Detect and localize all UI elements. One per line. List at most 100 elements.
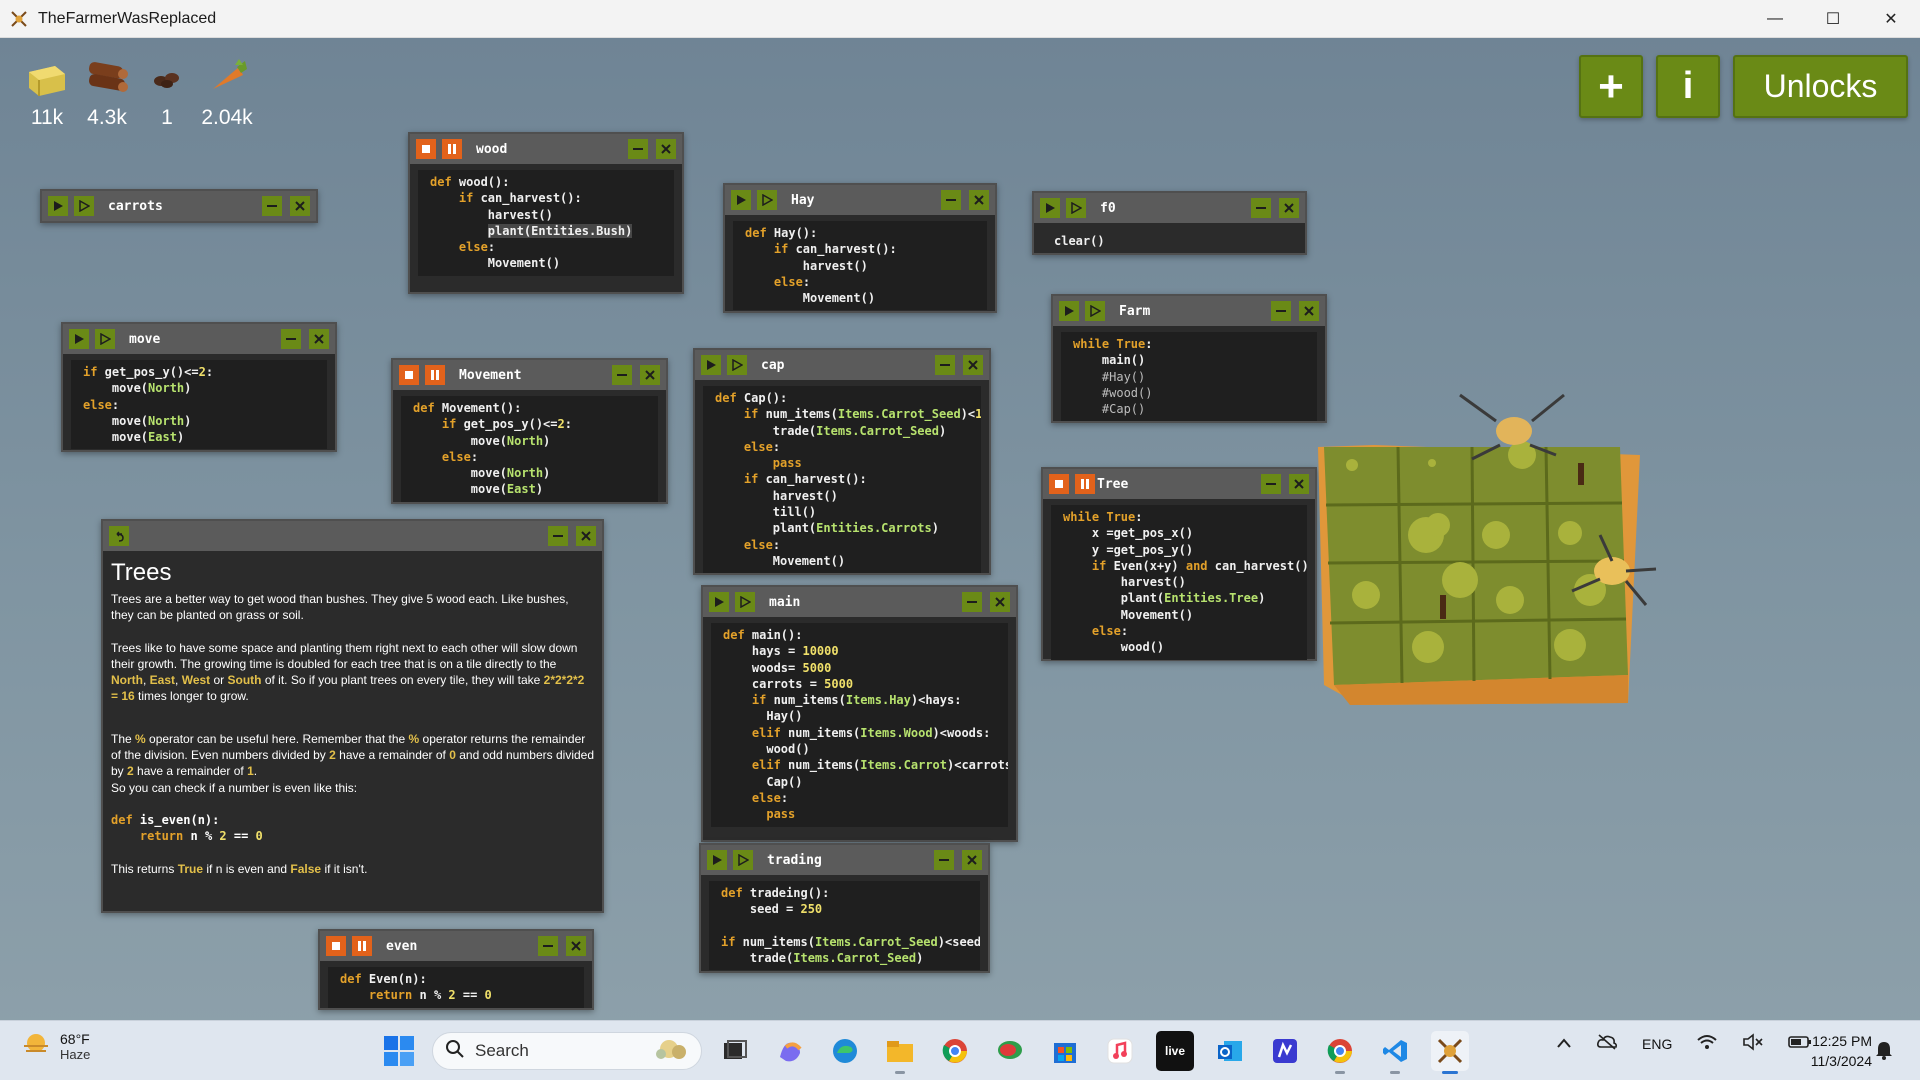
pause-button[interactable] — [442, 139, 462, 159]
code-editor[interactable]: def wood(): if can_harvest(): harvest() … — [418, 170, 674, 276]
minimize-window-button[interactable] — [548, 526, 568, 546]
step-button[interactable] — [74, 196, 94, 216]
run-button[interactable] — [731, 190, 751, 210]
windows-start-icon[interactable] — [383, 1035, 415, 1067]
cloud-sync-icon[interactable] — [1596, 1033, 1618, 1054]
code-editor[interactable]: def Even(n): return n % 2 == 0 — [328, 967, 584, 1008]
stop-button[interactable] — [326, 936, 346, 956]
unlocks-button[interactable]: Unlocks — [1733, 55, 1908, 118]
chevron-up-icon[interactable] — [1556, 1036, 1572, 1052]
copilot-icon[interactable] — [771, 1031, 809, 1071]
step-button[interactable] — [733, 850, 753, 870]
minimize-window-button[interactable] — [934, 850, 954, 870]
step-button[interactable] — [757, 190, 777, 210]
close-window-button[interactable] — [309, 329, 329, 349]
code-window-tree[interactable]: Tree while True: x =get_pos_x() y =get_p… — [1041, 467, 1317, 661]
step-button[interactable] — [95, 329, 115, 349]
minimize-window-button[interactable] — [628, 139, 648, 159]
clock[interactable]: 12:25 PM 11/3/2024 — [1792, 1031, 1872, 1071]
minimize-window-button[interactable] — [538, 936, 558, 956]
weather-widget[interactable]: 68°F Haze — [22, 1031, 90, 1062]
outlook-icon[interactable] — [1211, 1031, 1249, 1071]
close-window-button[interactable] — [656, 139, 676, 159]
run-button[interactable] — [701, 355, 721, 375]
run-button[interactable] — [1059, 301, 1079, 321]
stop-button[interactable] — [416, 139, 436, 159]
minimize-window-button[interactable] — [262, 196, 282, 216]
code-editor[interactable]: def Movement(): if get_pos_y()<=2: move(… — [401, 396, 658, 502]
close-button[interactable]: ✕ — [1862, 0, 1920, 38]
info-button[interactable]: i — [1656, 55, 1720, 118]
code-editor[interactable]: def Cap(): if num_items(Items.Carrot_See… — [703, 386, 981, 574]
add-window-button[interactable]: + — [1579, 55, 1643, 118]
close-window-button[interactable] — [1289, 474, 1309, 494]
code-editor[interactable]: def Hay(): if can_harvest(): harvest() e… — [733, 221, 987, 311]
run-button[interactable] — [48, 196, 68, 216]
stop-button[interactable] — [1049, 474, 1069, 494]
chrome-icon[interactable] — [936, 1031, 974, 1071]
code-window-main[interactable]: main def main(): hays = 10000 woods= 500… — [701, 585, 1018, 842]
run-button[interactable] — [707, 850, 727, 870]
the-farmer-was-replaced-icon[interactable] — [1431, 1031, 1469, 1074]
run-button[interactable] — [709, 592, 729, 612]
minimize-window-button[interactable] — [941, 190, 961, 210]
run-button[interactable] — [1040, 198, 1060, 218]
notification-bell-icon[interactable] — [1875, 1040, 1893, 1065]
close-window-button[interactable] — [990, 592, 1010, 612]
minimize-button[interactable]: — — [1746, 0, 1804, 38]
stop-button[interactable] — [399, 365, 419, 385]
code-editor[interactable]: while True: main() #Hay() #wood() #Cap() — [1061, 332, 1317, 422]
taskbar-search[interactable]: Search — [432, 1032, 702, 1070]
code-editor[interactable]: clear() — [1042, 229, 1297, 254]
minimize-window-button[interactable] — [935, 355, 955, 375]
pause-button[interactable] — [352, 936, 372, 956]
minimize-window-button[interactable] — [1251, 198, 1271, 218]
close-window-button[interactable] — [1279, 198, 1299, 218]
run-button[interactable] — [69, 329, 89, 349]
step-button[interactable] — [735, 592, 755, 612]
close-window-button[interactable] — [290, 196, 310, 216]
pause-button[interactable] — [425, 365, 445, 385]
vscode-icon[interactable] — [1376, 1031, 1414, 1074]
minimize-window-button[interactable] — [612, 365, 632, 385]
step-button[interactable] — [1066, 198, 1086, 218]
code-window-cap[interactable]: cap def Cap(): if num_items(Items.Carrot… — [693, 348, 991, 575]
chat-app-icon[interactable] — [991, 1031, 1029, 1071]
code-editor[interactable]: def tradeing(): seed = 250 if num_items(… — [709, 881, 980, 971]
minimize-window-button[interactable] — [1271, 301, 1291, 321]
file-explorer-icon[interactable] — [881, 1031, 919, 1074]
code-window-move[interactable]: move if get_pos_y()<=2: move(North) else… — [61, 322, 337, 452]
maximize-button[interactable]: ☐ — [1804, 0, 1862, 38]
code-window-even[interactable]: even def Even(n): return n % 2 == 0 — [318, 929, 594, 1010]
code-window-movement[interactable]: Movement def Movement(): if get_pos_y()<… — [391, 358, 668, 504]
minimize-window-button[interactable] — [962, 592, 982, 612]
minimize-window-button[interactable] — [1261, 474, 1281, 494]
wifi-icon[interactable] — [1696, 1033, 1718, 1054]
code-editor[interactable]: def main(): hays = 10000 woods= 5000 car… — [711, 623, 1008, 827]
task-view-icon[interactable] — [716, 1031, 754, 1071]
code-editor[interactable]: if get_pos_y()<=2: move(North) else: mov… — [71, 360, 327, 450]
close-window-button[interactable] — [1299, 301, 1319, 321]
close-window-button[interactable] — [969, 190, 989, 210]
code-window-trading[interactable]: trading def tradeing(): seed = 250 if nu… — [699, 843, 990, 973]
step-button[interactable] — [727, 355, 747, 375]
chrome-beta-icon[interactable] — [1321, 1031, 1359, 1074]
edge-icon[interactable] — [826, 1031, 864, 1071]
code-window-farm[interactable]: Farm while True: main() #Hay() #wood() #… — [1051, 294, 1327, 423]
close-window-button[interactable] — [576, 526, 596, 546]
itunes-icon[interactable] — [1101, 1031, 1139, 1071]
code-window-wood[interactable]: wood def wood(): if can_harvest(): harve… — [408, 132, 684, 294]
volume-muted-icon[interactable] — [1742, 1033, 1764, 1054]
code-window-hay[interactable]: Hay def Hay(): if can_harvest(): harvest… — [723, 183, 997, 313]
code-editor[interactable]: while True: x =get_pos_x() y =get_pos_y(… — [1051, 505, 1307, 660]
notion-icon[interactable] — [1266, 1031, 1304, 1071]
store-icon[interactable] — [1046, 1031, 1084, 1071]
step-button[interactable] — [1085, 301, 1105, 321]
live-icon[interactable]: live — [1156, 1031, 1194, 1071]
close-window-button[interactable] — [962, 850, 982, 870]
minimize-window-button[interactable] — [281, 329, 301, 349]
close-window-button[interactable] — [963, 355, 983, 375]
pause-button[interactable] — [1075, 474, 1095, 494]
close-window-button[interactable] — [640, 365, 660, 385]
code-window-f0[interactable]: f0 clear() — [1032, 191, 1307, 255]
